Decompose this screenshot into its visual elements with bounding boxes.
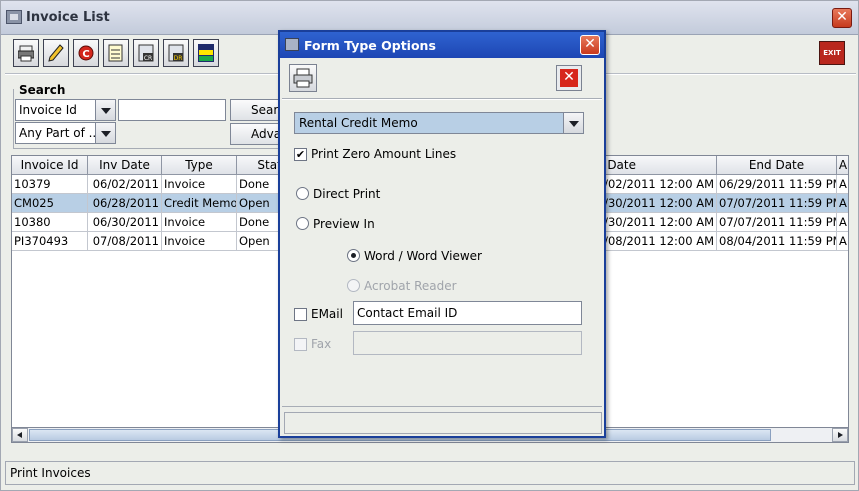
cell-inv-date: 07/08/2011 bbox=[88, 232, 162, 251]
dialog-app-icon bbox=[285, 38, 299, 51]
form-type-value: Rental Credit Memo bbox=[299, 116, 418, 130]
cell-type: Invoice bbox=[162, 175, 237, 194]
cell-invoice-id: PI370493 bbox=[12, 232, 88, 251]
cell-end-date: 06/29/2011 11:59 PM bbox=[717, 175, 837, 194]
dialog-toolbar: ✕ bbox=[286, 63, 598, 95]
cell-inv-date: 06/28/2011 bbox=[88, 194, 162, 213]
scroll-left-button[interactable] bbox=[12, 428, 28, 442]
form-type-select[interactable]: Rental Credit Memo bbox=[294, 112, 584, 134]
cell-extra: A bbox=[837, 194, 848, 213]
cell-end-date: 08/04/2011 11:59 PM bbox=[717, 232, 837, 251]
column-header-extra[interactable]: A bbox=[837, 156, 848, 175]
fax-label: Fax bbox=[311, 337, 332, 351]
printer-icon bbox=[293, 68, 313, 88]
fax-field[interactable] bbox=[353, 331, 582, 355]
exit-button[interactable]: EXIT bbox=[819, 41, 845, 65]
search-field-value: Invoice Id bbox=[19, 103, 77, 117]
chevron-left-icon bbox=[17, 432, 22, 438]
credit-report-button[interactable]: CR bbox=[133, 39, 159, 67]
cell-extra: A bbox=[837, 213, 848, 232]
window-close-button[interactable]: ✕ bbox=[832, 8, 852, 28]
cell-inv-date: 06/30/2011 bbox=[88, 213, 162, 232]
email-label: EMail bbox=[311, 307, 343, 321]
dr-label: DR bbox=[174, 55, 183, 62]
search-legend: Search bbox=[17, 83, 68, 97]
direct-print-label: Direct Print bbox=[313, 187, 381, 201]
notepad-icon bbox=[108, 44, 123, 62]
acrobat-reader-radio[interactable] bbox=[347, 279, 360, 292]
debit-report-button[interactable]: DR bbox=[163, 39, 189, 67]
edit-button[interactable] bbox=[43, 39, 69, 67]
cell-inv-date: 06/02/2011 bbox=[88, 175, 162, 194]
cell-extra: A bbox=[837, 175, 848, 194]
notes-button[interactable] bbox=[103, 39, 129, 67]
print-button[interactable] bbox=[13, 39, 39, 67]
window-title: Invoice List bbox=[26, 10, 110, 25]
cancel-c-icon: C bbox=[78, 45, 94, 61]
search-input[interactable] bbox=[118, 99, 226, 121]
search-match-select[interactable]: Any Part of ... bbox=[15, 122, 116, 144]
cancel-button[interactable]: C bbox=[73, 39, 99, 67]
cell-type: Invoice bbox=[162, 232, 237, 251]
dialog-title: Form Type Options bbox=[304, 38, 436, 53]
search-field-select[interactable]: Invoice Id bbox=[15, 99, 116, 121]
cell-end-date: 07/07/2011 11:59 PM bbox=[717, 194, 837, 213]
fax-checkbox[interactable] bbox=[294, 338, 307, 351]
word-viewer-radio[interactable] bbox=[347, 249, 360, 262]
acrobat-reader-label: Acrobat Reader bbox=[364, 279, 457, 293]
pencil-icon bbox=[48, 44, 64, 62]
form-type-options-dialog: Form Type Options ✕ ✕ Rental Credit Memo… bbox=[278, 30, 606, 438]
dialog-status-divider bbox=[282, 406, 602, 408]
chevron-right-icon bbox=[838, 432, 843, 438]
dialog-toolbar-divider bbox=[282, 98, 602, 100]
search-match-value: Any Part of ... bbox=[19, 126, 95, 140]
dialog-status-bar bbox=[284, 412, 602, 434]
debit-report-icon: DR bbox=[168, 44, 184, 62]
preview-in-radio[interactable] bbox=[296, 217, 309, 230]
cell-invoice-id: CM025 bbox=[12, 194, 88, 213]
preview-in-label: Preview In bbox=[313, 217, 375, 231]
chevron-down-icon[interactable] bbox=[563, 113, 583, 133]
cell-extra: A bbox=[837, 232, 848, 251]
direct-print-radio[interactable] bbox=[296, 187, 309, 200]
dialog-cancel-button[interactable]: ✕ bbox=[556, 65, 582, 91]
dialog-titlebar[interactable]: Form Type Options ✕ bbox=[280, 32, 604, 58]
cr-label: CR bbox=[144, 55, 152, 62]
invoice-bill-check-icon bbox=[198, 44, 214, 62]
status-bar: Print Invoices bbox=[5, 461, 855, 485]
scroll-right-button[interactable] bbox=[832, 428, 848, 442]
credit-report-icon: CR bbox=[138, 44, 154, 62]
column-header-invoice-id[interactable]: Invoice Id bbox=[12, 156, 88, 175]
chevron-down-icon[interactable] bbox=[95, 100, 115, 120]
dialog-print-button[interactable] bbox=[289, 64, 317, 92]
print-zero-checkbox[interactable]: ✔ bbox=[294, 148, 307, 161]
cell-type: Credit Memo bbox=[162, 194, 237, 213]
word-viewer-label: Word / Word Viewer bbox=[364, 249, 482, 263]
cell-end-date: 07/07/2011 11:59 PM bbox=[717, 213, 837, 232]
cell-type: Invoice bbox=[162, 213, 237, 232]
email-field[interactable]: Contact Email ID bbox=[353, 301, 582, 325]
column-header-inv-date[interactable]: Inv Date bbox=[88, 156, 162, 175]
column-header-end-date[interactable]: End Date bbox=[717, 156, 837, 175]
chevron-down-icon[interactable] bbox=[95, 123, 115, 143]
cell-invoice-id: 10380 bbox=[12, 213, 88, 232]
column-header-type[interactable]: Type bbox=[162, 156, 237, 175]
cell-invoice-id: 10379 bbox=[12, 175, 88, 194]
close-icon: ✕ bbox=[560, 69, 578, 87]
dialog-close-button[interactable]: ✕ bbox=[580, 35, 600, 55]
svg-text:C: C bbox=[82, 49, 89, 60]
invoice-check-button[interactable] bbox=[193, 39, 219, 67]
app-icon bbox=[6, 10, 22, 24]
printer-icon bbox=[18, 45, 34, 62]
email-checkbox[interactable] bbox=[294, 308, 307, 321]
print-zero-label: Print Zero Amount Lines bbox=[311, 147, 457, 161]
